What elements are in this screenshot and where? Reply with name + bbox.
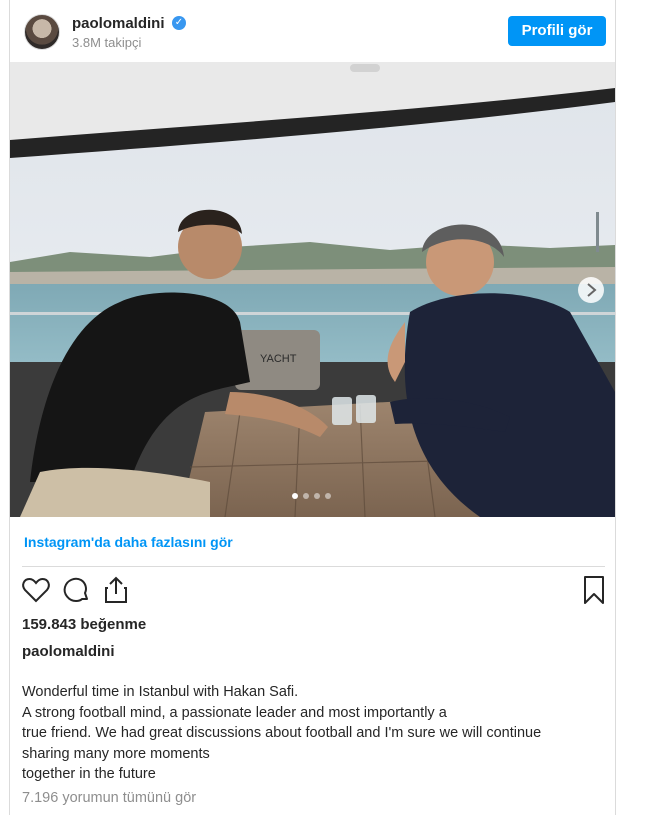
action-bar xyxy=(10,572,615,612)
comment-bubble-icon[interactable] xyxy=(60,574,92,606)
caption-line: sharing many more moments xyxy=(22,745,210,762)
caption-line: together in the future xyxy=(22,766,156,782)
view-profile-button[interactable]: Profili gör xyxy=(508,16,606,46)
instagram-embed-card: paolomaldini ✓ 3.8M takipçi Profili gör xyxy=(9,0,616,815)
post-header: paolomaldini ✓ 3.8M takipçi Profili gör xyxy=(10,0,615,62)
carousel-next-icon xyxy=(578,277,604,303)
view-all-comments-link[interactable]: 7.196 yorumun tümünü gör xyxy=(22,790,196,806)
follower-count: 3.8M takipçi xyxy=(72,35,142,50)
avatar[interactable] xyxy=(24,14,60,50)
caption-line: A strong football mind, a passionate lea… xyxy=(22,704,447,721)
verified-badge-icon: ✓ xyxy=(172,16,186,30)
share-icon[interactable] xyxy=(100,574,132,606)
bookmark-icon[interactable] xyxy=(578,574,610,606)
view-more-on-instagram-link[interactable]: Instagram'da daha fazlasını gör xyxy=(24,534,233,550)
svg-text:YACHT: YACHT xyxy=(260,353,297,365)
caption-author[interactable]: paolomaldini xyxy=(22,643,115,660)
post-caption: Wonderful time in Istanbul with Hakan Sa… xyxy=(22,682,602,785)
divider xyxy=(22,566,605,567)
username[interactable]: paolomaldini xyxy=(72,15,165,32)
post-photo[interactable]: YACHT xyxy=(10,62,615,517)
like-heart-icon[interactable] xyxy=(20,574,52,606)
caption-line: true friend. We had great discussions ab… xyxy=(22,725,542,741)
like-count[interactable]: 159.843 beğenme xyxy=(22,616,146,633)
caption-line: Wonderful time in Istanbul with Hakan Sa… xyxy=(22,684,299,700)
